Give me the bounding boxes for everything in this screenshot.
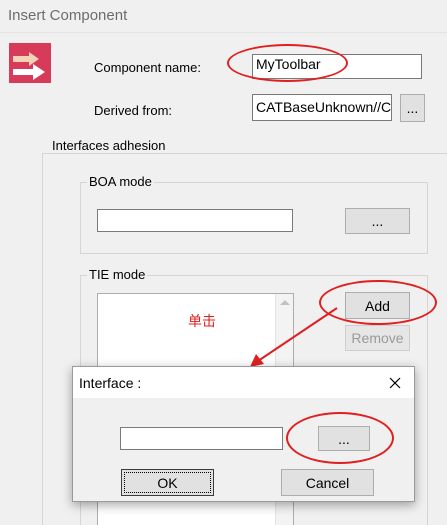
interface-dialog: Interface : ... OK Cancel [72, 366, 415, 502]
dialog-close-icon[interactable] [385, 373, 405, 393]
dialog-title: Interface : [79, 375, 142, 391]
dialog-ok-button[interactable]: OK [121, 469, 214, 496]
interface-browse-highlight [286, 412, 394, 464]
dialog-cancel-button[interactable]: Cancel [281, 469, 374, 496]
interface-input[interactable] [120, 427, 283, 450]
